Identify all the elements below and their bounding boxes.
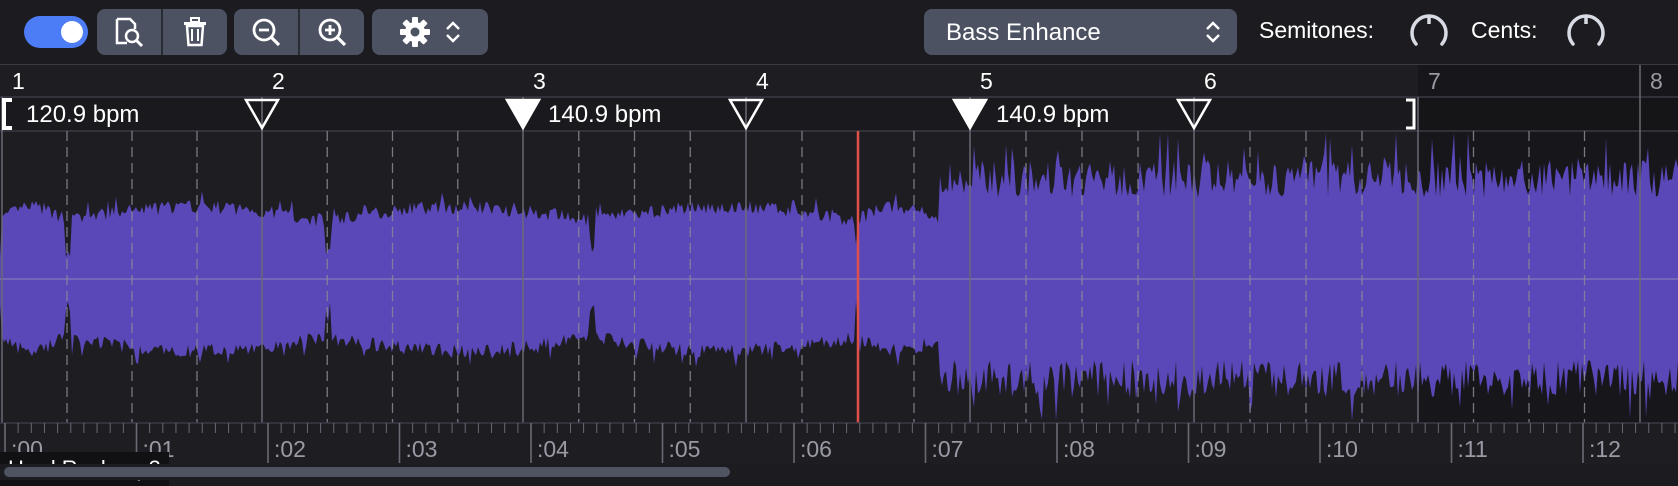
bar-number: 3 [533, 68, 546, 94]
find-in-folder-button[interactable] [97, 9, 161, 55]
bar-number: 4 [756, 68, 769, 94]
chevron-updown-icon [1206, 21, 1220, 43]
semitones-label: Semitones: [1259, 17, 1375, 43]
toggle-knob [61, 21, 83, 43]
tempo-label: 140.9 bpm [996, 101, 1109, 128]
delete-button[interactable] [163, 9, 227, 55]
bar-number: 7 [1428, 68, 1441, 94]
settings-button[interactable] [372, 9, 488, 55]
bar-number: 6 [1204, 68, 1217, 94]
time-label: :02 [274, 436, 306, 462]
tempo-label: 120.9 bpm [26, 101, 139, 128]
waveform-view[interactable]: 12345678 120.9 bpm 140.9 bpm 140.9 bpm :00… [0, 65, 1678, 467]
file-button-group [97, 9, 227, 55]
effect-selected-label: Bass Enhance [946, 19, 1101, 46]
time-label: :11 [1458, 436, 1488, 462]
time-label: :06 [800, 436, 832, 462]
cents-knob[interactable] [1565, 11, 1607, 53]
time-label: :03 [406, 436, 438, 462]
time-label: :12 [1589, 436, 1621, 462]
timeline[interactable]: 12345678 120.9 bpm 140.9 bpm 140.9 bpm :00… [0, 64, 1678, 486]
effect-select[interactable]: Bass Enhance [924, 9, 1237, 55]
find-in-folder-icon [115, 17, 144, 48]
chevron-updown-icon [446, 21, 460, 43]
zoom-button-group [234, 9, 364, 55]
zoom-out-icon [252, 18, 281, 47]
gear-icon [400, 17, 430, 47]
bar-number: 8 [1650, 68, 1663, 94]
time-label: :08 [1063, 436, 1095, 462]
time-label: :09 [1195, 436, 1227, 462]
bar-number: 5 [980, 68, 993, 94]
settings-group [372, 9, 488, 55]
zoom-in-icon [318, 18, 347, 47]
scrollbar-thumb[interactable] [4, 467, 730, 477]
time-label: :07 [932, 436, 964, 462]
time-label: :04 [537, 436, 569, 462]
semitones-knob[interactable] [1408, 11, 1450, 53]
enable-toggle[interactable] [24, 16, 88, 48]
zoom-in-button[interactable] [300, 9, 364, 55]
bar-number: 1 [12, 68, 25, 94]
time-label: :05 [669, 436, 701, 462]
horizontal-scrollbar[interactable] [0, 464, 1678, 480]
bar-number: 2 [272, 68, 285, 94]
zoom-out-button[interactable] [234, 9, 298, 55]
cents-label: Cents: [1471, 17, 1538, 43]
toolbar: Bass Enhance Semitones: Cents: [0, 0, 1678, 64]
tempo-label: 140.9 bpm [548, 101, 661, 128]
time-label: :10 [1326, 436, 1358, 462]
time-ruler-bg [0, 423, 1678, 467]
trash-icon [184, 17, 206, 47]
